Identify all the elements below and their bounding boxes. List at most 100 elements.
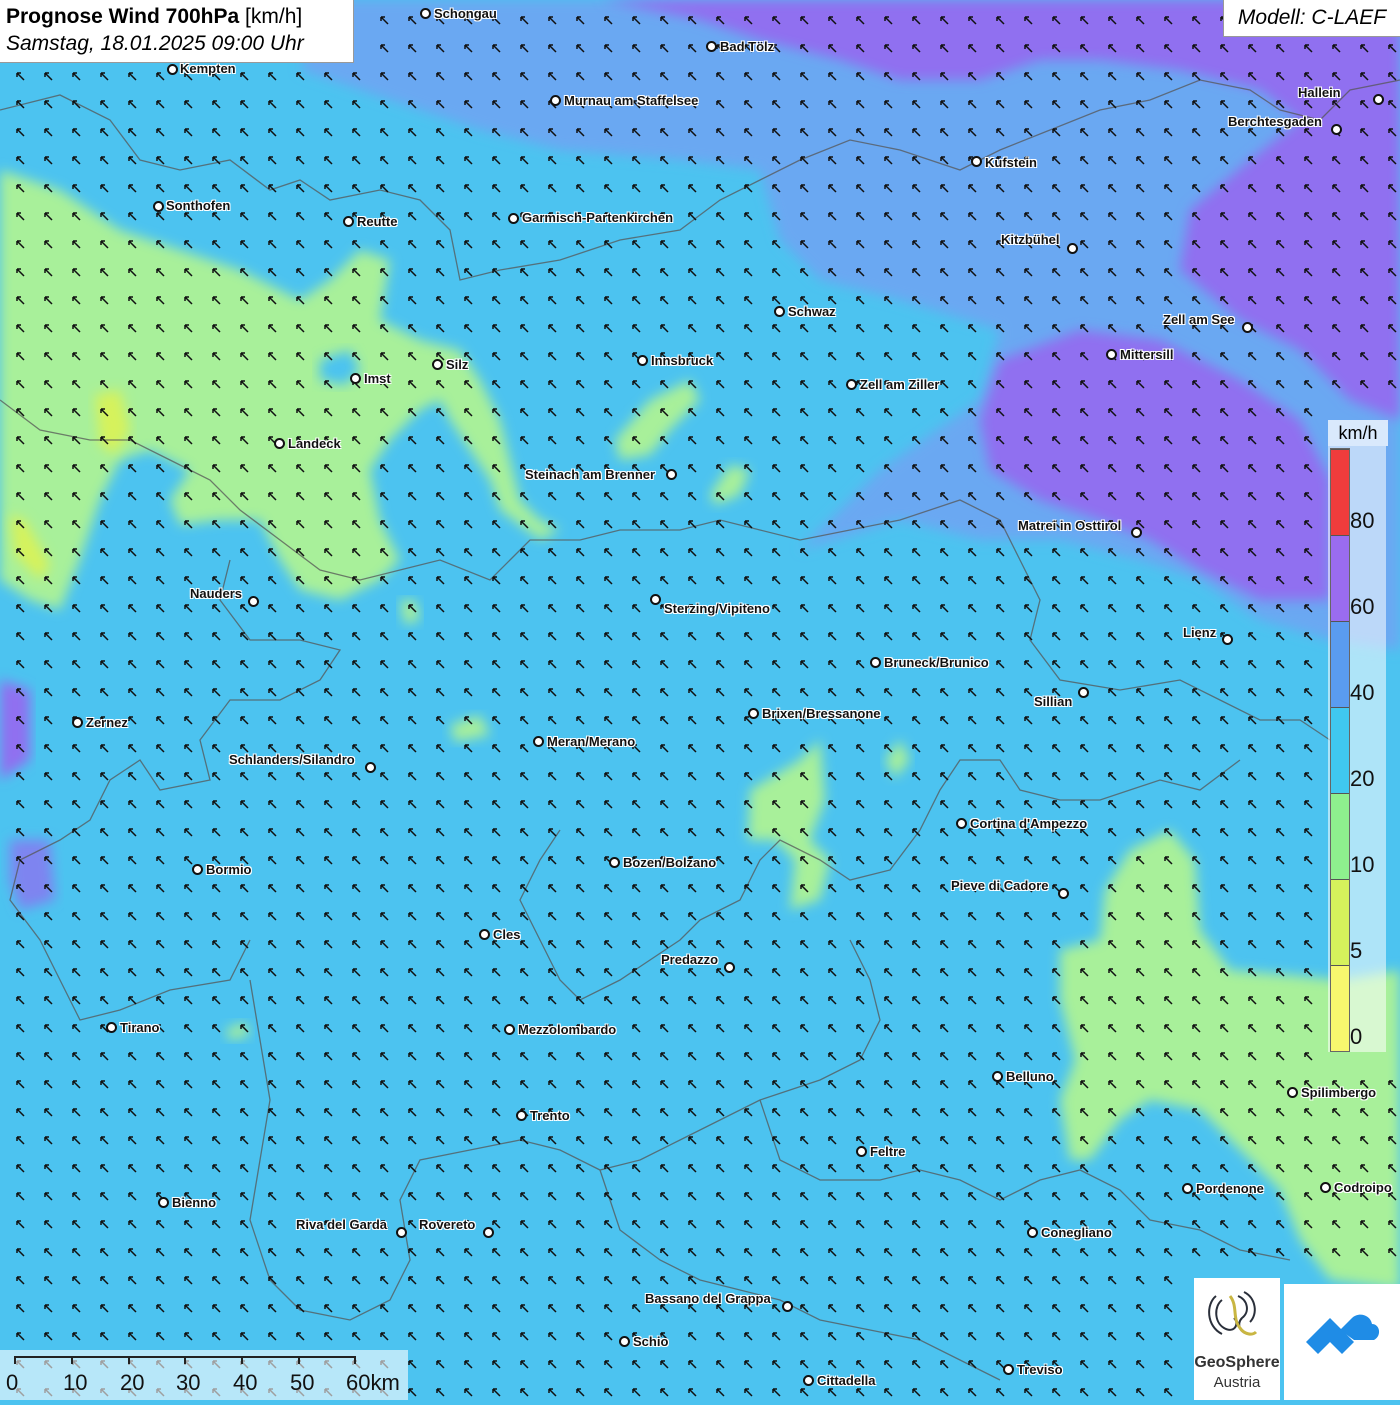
city-marker-icon [619, 1336, 630, 1347]
scale-label: 60km [346, 1370, 400, 1395]
city-label: Bassano del Grappa [645, 1291, 771, 1306]
city-label: Cortina d'Ampezzo [970, 816, 1088, 831]
scale-tick [128, 1356, 130, 1364]
map-title-box: Prognose Wind 700hPa [km/h] Samstag, 18.… [0, 0, 354, 63]
app-logo [1284, 1284, 1400, 1400]
city-label: Steinach am Brenner [525, 467, 656, 482]
city-label: Berchtesgaden [1228, 114, 1322, 129]
city-label: Kitzbühel [1001, 232, 1060, 247]
city-label: Tirano [120, 1020, 160, 1035]
city-marker-icon [106, 1022, 117, 1033]
legend-label: 60 [1350, 594, 1375, 619]
city-label: Bienno [172, 1195, 217, 1210]
legend-label: 10 [1350, 852, 1375, 877]
city-marker-icon [274, 438, 285, 449]
city-label: Zell am Ziller [860, 377, 940, 392]
city-marker-icon [846, 379, 857, 390]
city-label: Trento [530, 1108, 570, 1123]
city-label: Brixen/Bressanone [762, 706, 881, 721]
city-marker-icon [803, 1375, 814, 1386]
legend-label: 80 [1350, 508, 1375, 533]
city-marker-icon [192, 864, 203, 875]
city-label: Bruneck/Brunico [884, 655, 989, 670]
legend-swatch [1331, 879, 1349, 965]
city-marker-icon [1027, 1227, 1038, 1238]
city-label: Kufstein [985, 155, 1037, 170]
city-label: Mezzolombardo [518, 1022, 617, 1037]
legend-swatch [1331, 535, 1349, 621]
city-marker-icon [870, 657, 881, 668]
scale-label: 10 [63, 1370, 88, 1395]
city-marker-icon [774, 306, 785, 317]
app-logo-icon [1306, 1314, 1380, 1354]
city-label: Zernez [86, 715, 128, 730]
scale-tick [14, 1356, 16, 1364]
city-label: Landeck [288, 436, 341, 451]
legend-label: 5 [1350, 938, 1363, 963]
city-marker-icon [782, 1301, 793, 1312]
scale-tick [71, 1356, 73, 1364]
city-marker-icon [724, 962, 735, 973]
city-label: Belluno [1006, 1069, 1054, 1084]
city-marker-icon [992, 1071, 1003, 1082]
city-marker-icon [533, 736, 544, 747]
city-marker-icon [1106, 349, 1117, 360]
city-label: Schwaz [788, 304, 836, 319]
city-marker-icon [1067, 243, 1078, 254]
city-marker-icon [609, 857, 620, 868]
geosphere-emblem-icon [1208, 1291, 1258, 1336]
city-label: Sterzing/Vipiteno [664, 601, 770, 616]
city-marker-icon [343, 216, 354, 227]
city-marker-icon [72, 717, 83, 728]
city-marker-icon [1003, 1364, 1014, 1375]
city-label: Pordenone [1196, 1181, 1264, 1196]
legend-swatch [1331, 621, 1349, 707]
city-marker-icon [706, 41, 717, 52]
city-label: Cles [493, 927, 521, 942]
city-marker-icon [479, 929, 490, 940]
legend-unit: km/h [1328, 420, 1388, 446]
city-marker-icon [508, 213, 519, 224]
city-marker-icon [365, 762, 376, 773]
city-label: Rovereto [419, 1217, 476, 1232]
city-marker-icon [167, 64, 178, 75]
city-label: Murnau am Staffelsee [564, 93, 699, 108]
city-label: Pieve di Cadore [951, 878, 1049, 893]
city-label: Conegliano [1041, 1225, 1112, 1240]
city-marker-icon [1131, 527, 1142, 538]
city-label: Silz [446, 357, 469, 372]
city-label: Riva del Garda [296, 1217, 388, 1232]
city-label: Spilimbergo [1301, 1085, 1377, 1100]
geosphere-sub: Austria [1213, 1374, 1261, 1391]
city-label: Bozen/Bolzano [623, 855, 717, 870]
legend-label: 0 [1350, 1024, 1363, 1049]
map-title-bold: Prognose Wind 700hPa [6, 5, 240, 28]
city-label: Schongau [434, 6, 497, 21]
city-marker-icon [666, 469, 677, 480]
legend-swatch [1331, 449, 1349, 535]
city-marker-icon [650, 594, 661, 605]
city-marker-icon [516, 1110, 527, 1121]
city-label: Sonthofen [166, 198, 231, 213]
city-marker-icon [971, 156, 982, 167]
city-marker-icon [1242, 322, 1253, 333]
city-marker-icon [420, 8, 431, 19]
city-marker-icon [1320, 1182, 1331, 1193]
map-subtitle: Samstag, 18.01.2025 09:00 Uhr [6, 32, 304, 55]
city-marker-icon [432, 359, 443, 370]
city-label: Matrei in Osttirol [1018, 518, 1122, 533]
legend-swatch [1331, 707, 1349, 793]
city-label: Zell am See [1163, 312, 1235, 327]
city-label: Codroipo [1334, 1180, 1392, 1195]
city-label: Sillian [1034, 694, 1073, 709]
city-label: Bad Tölz [720, 39, 775, 54]
scale-tick [241, 1356, 243, 1364]
city-label: Reutte [357, 214, 398, 229]
city-label: Bormio [206, 862, 252, 877]
scale-tick [298, 1356, 300, 1364]
city-label: Schlanders/Silandro [229, 752, 355, 767]
city-marker-icon [1373, 94, 1384, 105]
scale-label: 20 [120, 1370, 145, 1395]
model-label: Modell: C-LAEF [1223, 0, 1400, 37]
city-marker-icon [1222, 634, 1233, 645]
